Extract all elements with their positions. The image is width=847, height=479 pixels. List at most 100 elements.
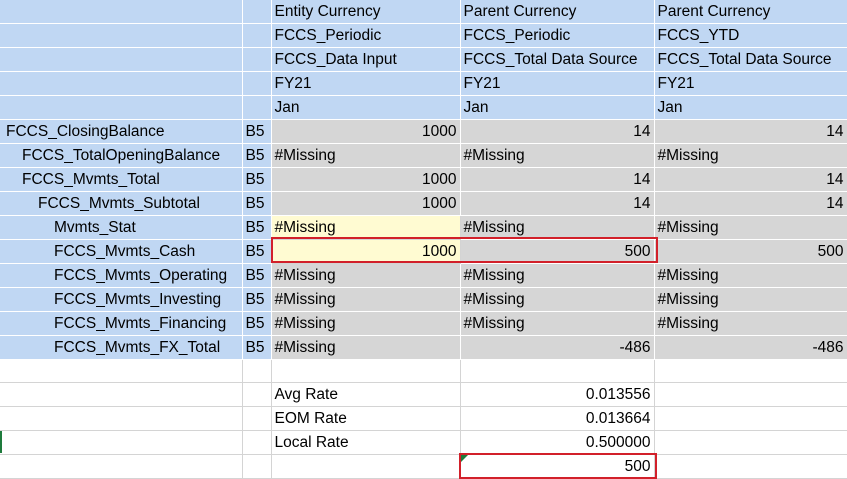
formula-result-cell[interactable]: 500: [460, 454, 655, 479]
data-cell[interactable]: #Missing: [271, 287, 461, 312]
corner-cell[interactable]: [0, 23, 243, 48]
corner-cell[interactable]: [0, 71, 243, 96]
input-cell[interactable]: 1000: [271, 239, 461, 264]
entity-member-cell[interactable]: B5: [242, 263, 272, 288]
data-cell[interactable]: #Missing: [271, 143, 461, 168]
column-header-cell[interactable]: Jan: [654, 95, 847, 120]
entity-member-cell[interactable]: B5: [242, 119, 272, 144]
data-cell[interactable]: #Missing: [460, 143, 655, 168]
rate-value-cell[interactable]: 0.013556: [460, 382, 655, 407]
data-cell[interactable]: #Missing: [271, 263, 461, 288]
data-cell[interactable]: #Missing: [271, 335, 461, 360]
empty-cell[interactable]: [0, 454, 243, 479]
account-member-cell[interactable]: FCCS_TotalOpeningBalance: [0, 143, 243, 168]
column-header-cell[interactable]: Jan: [271, 95, 461, 120]
empty-cell[interactable]: [0, 382, 243, 407]
data-cell[interactable]: 500: [460, 239, 655, 264]
data-cell[interactable]: 1000: [271, 191, 461, 216]
account-member-cell[interactable]: FCCS_Mvmts_Operating: [0, 263, 243, 288]
rate-value-cell[interactable]: 0.013664: [460, 406, 655, 431]
empty-cell[interactable]: [460, 359, 655, 383]
column-header-cell[interactable]: Parent Currency: [460, 0, 655, 24]
corner-cell[interactable]: [0, 47, 243, 72]
data-cell[interactable]: #Missing: [654, 287, 847, 312]
empty-cell[interactable]: [242, 454, 272, 479]
empty-cell[interactable]: [654, 382, 847, 407]
corner-cell[interactable]: [0, 95, 243, 120]
column-header-cell[interactable]: Jan: [460, 95, 655, 120]
empty-cell[interactable]: [654, 430, 847, 455]
column-header-cell[interactable]: FCCS_Periodic: [460, 23, 655, 48]
data-cell[interactable]: 14: [654, 119, 847, 144]
input-cell[interactable]: #Missing: [271, 215, 461, 240]
column-header-cell[interactable]: Parent Currency: [654, 0, 847, 24]
empty-cell[interactable]: [242, 430, 272, 455]
empty-cell[interactable]: [0, 430, 243, 455]
corner-cell[interactable]: [242, 0, 272, 24]
account-member-cell[interactable]: FCCS_Mvmts_Investing: [0, 287, 243, 312]
empty-cell[interactable]: [0, 359, 243, 383]
corner-cell[interactable]: [0, 0, 243, 24]
account-member-cell[interactable]: Mvmts_Stat: [0, 215, 243, 240]
empty-cell[interactable]: [242, 359, 272, 383]
column-header-cell[interactable]: FCCS_Total Data Source: [654, 47, 847, 72]
empty-cell[interactable]: [242, 382, 272, 407]
column-header-cell[interactable]: FCCS_YTD: [654, 23, 847, 48]
account-member-cell[interactable]: FCCS_Mvmts_Financing: [0, 311, 243, 336]
data-cell[interactable]: #Missing: [654, 263, 847, 288]
column-header-cell[interactable]: FY21: [460, 71, 655, 96]
rate-label-cell[interactable]: Local Rate: [271, 430, 461, 455]
entity-member-cell[interactable]: B5: [242, 215, 272, 240]
data-cell[interactable]: 1000: [271, 167, 461, 192]
data-cell[interactable]: #Missing: [654, 215, 847, 240]
rate-label-cell[interactable]: [271, 454, 461, 479]
data-cell[interactable]: #Missing: [460, 263, 655, 288]
entity-member-cell[interactable]: B5: [242, 311, 272, 336]
data-cell[interactable]: 500: [654, 239, 847, 264]
entity-member-cell[interactable]: B5: [242, 287, 272, 312]
empty-cell[interactable]: [654, 454, 847, 479]
empty-cell[interactable]: [654, 406, 847, 431]
data-cell[interactable]: #Missing: [460, 311, 655, 336]
account-member-cell[interactable]: FCCS_Mvmts_Cash: [0, 239, 243, 264]
entity-member-cell[interactable]: B5: [242, 167, 272, 192]
column-header-cell[interactable]: Entity Currency: [271, 0, 461, 24]
data-cell[interactable]: 1000: [271, 119, 461, 144]
entity-member-cell[interactable]: B5: [242, 191, 272, 216]
column-header-cell[interactable]: FY21: [271, 71, 461, 96]
empty-cell[interactable]: [0, 406, 243, 431]
entity-member-cell[interactable]: B5: [242, 239, 272, 264]
data-cell[interactable]: #Missing: [460, 215, 655, 240]
data-cell[interactable]: #Missing: [654, 143, 847, 168]
column-header-cell[interactable]: FCCS_Periodic: [271, 23, 461, 48]
data-cell[interactable]: 14: [460, 119, 655, 144]
column-header-cell[interactable]: FY21: [654, 71, 847, 96]
empty-cell[interactable]: [654, 359, 847, 383]
column-header-cell[interactable]: FCCS_Total Data Source: [460, 47, 655, 72]
data-cell[interactable]: 14: [460, 167, 655, 192]
entity-member-cell[interactable]: B5: [242, 335, 272, 360]
data-cell[interactable]: -486: [460, 335, 655, 360]
column-header-cell[interactable]: FCCS_Data Input: [271, 47, 461, 72]
data-cell[interactable]: #Missing: [460, 287, 655, 312]
rate-label-cell[interactable]: Avg Rate: [271, 382, 461, 407]
account-member-cell[interactable]: FCCS_ClosingBalance: [0, 119, 243, 144]
account-member-cell[interactable]: FCCS_Mvmts_FX_Total: [0, 335, 243, 360]
corner-cell[interactable]: [242, 71, 272, 96]
data-cell[interactable]: #Missing: [654, 311, 847, 336]
corner-cell[interactable]: [242, 23, 272, 48]
corner-cell[interactable]: [242, 47, 272, 72]
rate-value-cell[interactable]: 0.500000: [460, 430, 655, 455]
account-member-cell[interactable]: FCCS_Mvmts_Total: [0, 167, 243, 192]
empty-cell[interactable]: [242, 406, 272, 431]
data-cell[interactable]: 14: [460, 191, 655, 216]
data-cell[interactable]: 14: [654, 191, 847, 216]
rate-label-cell[interactable]: EOM Rate: [271, 406, 461, 431]
data-cell[interactable]: 14: [654, 167, 847, 192]
data-cell[interactable]: #Missing: [271, 311, 461, 336]
entity-member-cell[interactable]: B5: [242, 143, 272, 168]
data-cell[interactable]: -486: [654, 335, 847, 360]
corner-cell[interactable]: [242, 95, 272, 120]
account-member-cell[interactable]: FCCS_Mvmts_Subtotal: [0, 191, 243, 216]
empty-cell[interactable]: [271, 359, 461, 383]
